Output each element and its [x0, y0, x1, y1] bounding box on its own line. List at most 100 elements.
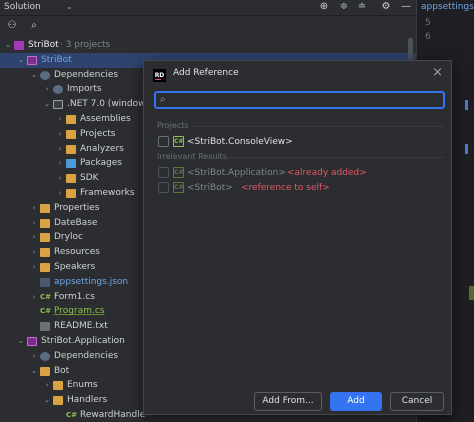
csharp-file-icon: C#: [66, 411, 78, 419]
tree-label: Bot: [54, 365, 70, 376]
folder-icon: [40, 233, 50, 243]
csharp-project-icon: C#: [173, 136, 184, 147]
chevron-right-icon[interactable]: ›: [30, 216, 38, 231]
chevron-right-icon[interactable]: ›: [30, 260, 38, 275]
cancel-button[interactable]: Cancel: [390, 392, 444, 411]
chevron-right-icon[interactable]: ›: [56, 127, 64, 142]
editor-tab[interactable]: appsettings: [421, 2, 474, 12]
tree-label: Handlers: [67, 395, 108, 406]
chevron-right-icon[interactable]: ›: [56, 142, 64, 157]
tree-label: Imports: [67, 84, 102, 95]
tree-label: StriBot.Application: [41, 336, 125, 346]
explorer-subbar: ⚇ ⌕: [0, 17, 140, 37]
chevron-right-icon[interactable]: ›: [56, 186, 64, 201]
project-count: · 3 projects: [60, 40, 111, 50]
chevron-down-icon[interactable]: ⌄: [43, 393, 51, 408]
section-divider: [192, 126, 444, 127]
project-icon: [27, 55, 37, 65]
status-note: <reference to self>: [241, 183, 330, 193]
project-name: <StriBot>: [187, 183, 233, 193]
chevron-right-icon[interactable]: ›: [43, 82, 51, 97]
folder-icon: [66, 129, 76, 139]
explorer-toolbar: Solution ⌄ ⊕ ≑ ≐ ⚙ —: [0, 0, 416, 16]
section-irrelevant: Irrelevant Results: [157, 152, 227, 161]
folder-icon: [66, 115, 76, 124]
search-field[interactable]: ⌕: [154, 91, 445, 109]
project-checkbox-disabled: [158, 182, 169, 193]
solution-filter-icon[interactable]: ⚇: [6, 20, 18, 32]
tree-label: StriBot: [41, 54, 72, 65]
chevron-right-icon[interactable]: ›: [43, 378, 51, 393]
locate-icon[interactable]: ⊕: [318, 1, 330, 13]
chevron-right-icon[interactable]: ›: [30, 230, 38, 245]
chevron-down-icon[interactable]: ⌄: [17, 334, 25, 349]
project-checkbox[interactable]: [158, 136, 169, 147]
folder-icon: [40, 248, 50, 258]
tree-label: Resources: [54, 247, 100, 258]
project-checkbox-disabled: [158, 167, 169, 178]
line-number: 6: [425, 32, 431, 42]
section-projects: Projects: [157, 121, 189, 130]
chevron-right-icon[interactable]: ›: [56, 171, 64, 186]
chevron-down-icon[interactable]: ⌄: [43, 97, 51, 112]
expand-all-icon[interactable]: ≑: [338, 1, 350, 13]
status-note: <already added>: [287, 168, 367, 178]
folder-icon: [66, 159, 76, 169]
tree-label: Dependencies: [54, 69, 119, 80]
tree-row[interactable]: ⌄ StriBot · 3 projects: [0, 38, 416, 53]
dependencies-icon: [53, 85, 63, 95]
folder-icon: [40, 218, 50, 228]
chevron-down-icon[interactable]: ⌄: [66, 2, 73, 11]
tree-label: Speakers: [54, 262, 96, 272]
search-input[interactable]: [174, 94, 434, 106]
folder-icon: [53, 396, 63, 406]
tree-label: Program.cs: [54, 306, 105, 317]
csharp-file-icon: C#: [40, 292, 52, 301]
add-button[interactable]: Add: [330, 392, 382, 411]
chevron-down-icon[interactable]: ⌄: [4, 38, 12, 53]
collapse-all-icon[interactable]: ≐: [356, 1, 368, 13]
line-number: 5: [425, 18, 431, 28]
tree-label: Dryloc: [54, 232, 83, 243]
chevron-down-icon[interactable]: ⌄: [30, 68, 38, 83]
chevron-right-icon[interactable]: ›: [56, 112, 64, 127]
gear-icon[interactable]: ⚙: [380, 1, 392, 13]
dialog-title: Add Reference: [173, 68, 239, 78]
solution-icon: [14, 41, 24, 50]
project-name: <StriBot.ConsoleView>: [187, 137, 293, 147]
csharp-project-icon: C#: [173, 167, 184, 178]
hide-icon[interactable]: —: [400, 1, 412, 13]
search-icon[interactable]: ⌕: [28, 20, 40, 32]
chevron-right-icon[interactable]: ›: [30, 290, 38, 305]
chevron-right-icon[interactable]: ›: [30, 349, 38, 364]
tree-label: Frameworks: [80, 188, 135, 198]
tree-label: Projects: [80, 128, 116, 139]
tree-label: README.txt: [54, 321, 108, 332]
add-from-button[interactable]: Add From...: [254, 392, 322, 411]
project-name: <StriBot.Application>: [187, 168, 286, 178]
tree-label: appsettings.json: [54, 276, 129, 287]
chevron-down-icon[interactable]: ⌄: [17, 53, 25, 68]
add-reference-dialog: RD Add Reference × ⌕ Projects C# <StriBo…: [143, 60, 452, 415]
chevron-right-icon[interactable]: ›: [56, 156, 64, 171]
folder-icon: [40, 263, 50, 272]
folder-icon: [40, 203, 50, 213]
json-file-icon: [40, 277, 50, 287]
explorer-title[interactable]: Solution: [4, 2, 41, 12]
chevron-right-icon[interactable]: ›: [30, 245, 38, 260]
tree-label: Analyzers: [80, 143, 124, 154]
gutter-marker: [465, 100, 468, 110]
gutter-marker: [465, 144, 468, 154]
scrollbar-marker[interactable]: [469, 286, 474, 300]
chevron-right-icon[interactable]: ›: [30, 201, 38, 216]
tree-label: Dependencies: [54, 350, 119, 361]
tree-label: SDK: [80, 173, 99, 184]
tree-label: Form1.cs: [54, 291, 95, 302]
chevron-down-icon[interactable]: ⌄: [30, 364, 38, 379]
tree-label: Properties: [54, 202, 100, 213]
search-icon: ⌕: [160, 94, 166, 105]
tree-label: Assemblies: [80, 114, 131, 124]
tree-label: DateBase: [54, 217, 98, 228]
close-icon[interactable]: ×: [432, 65, 443, 80]
tree-label: Packages: [80, 158, 122, 169]
